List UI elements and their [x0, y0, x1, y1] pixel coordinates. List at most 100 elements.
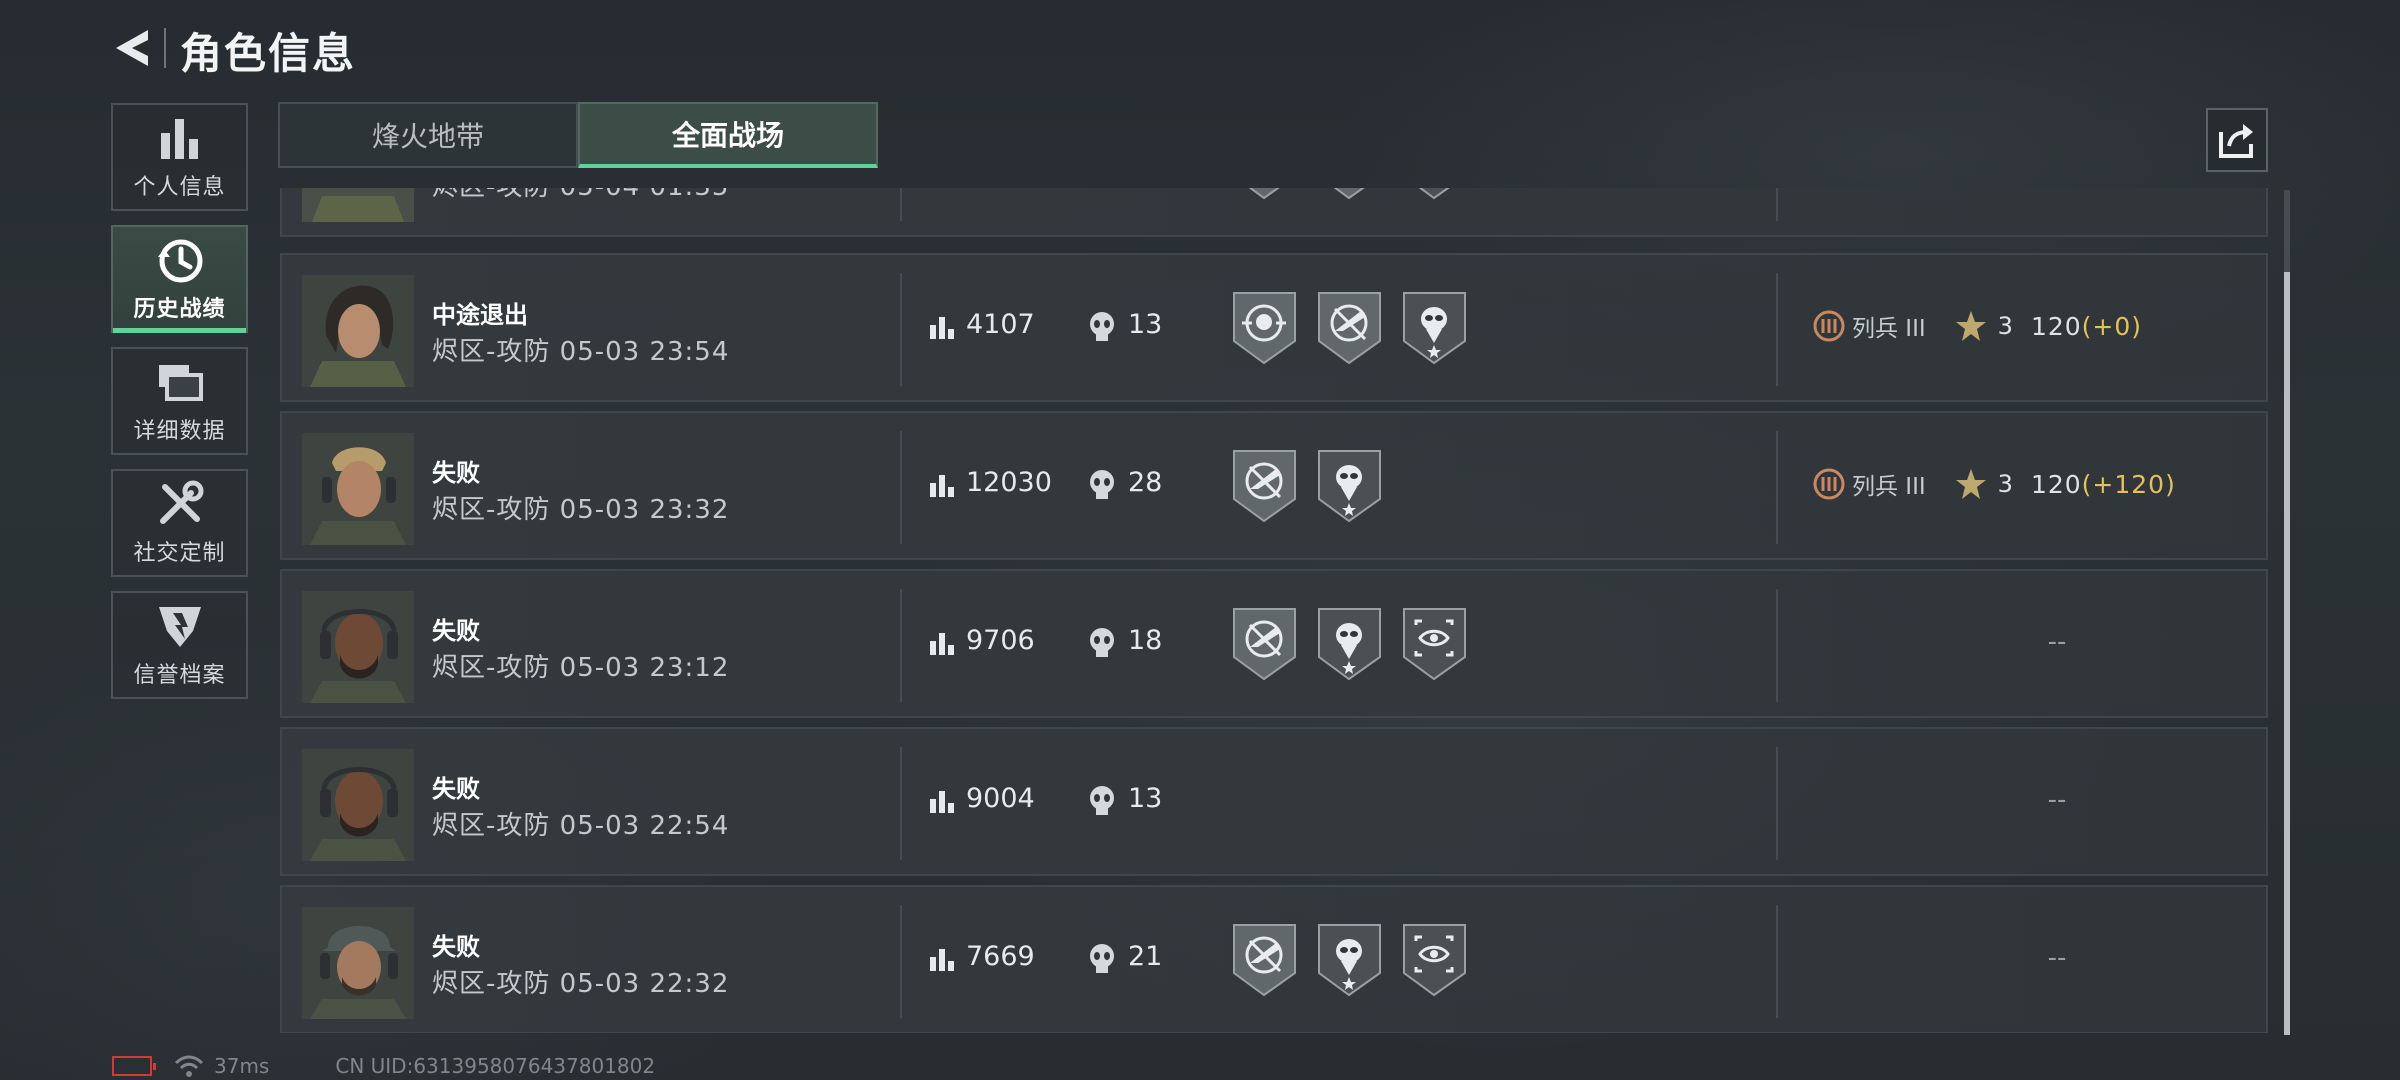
score-icon: [930, 949, 954, 971]
match-result: 失败: [432, 775, 480, 803]
no-gun-badge-icon: [1232, 449, 1297, 523]
star-icon: [1955, 311, 1986, 341]
match-mode-time: 烬区-攻防 05-03 23:12: [432, 653, 730, 683]
scrollbar-thumb[interactable]: [2284, 272, 2290, 1035]
divider: [900, 747, 902, 860]
character-portrait: [302, 188, 414, 222]
no-rank-placeholder: --: [2047, 943, 2067, 973]
match-mode-time: 烬区-攻防 05-03 23:54: [432, 337, 730, 367]
back-arrow-icon: [116, 30, 148, 66]
divider: [900, 188, 902, 221]
ping-value: 37ms: [214, 1054, 270, 1078]
share-button[interactable]: [2206, 108, 2268, 172]
match-row[interactable]: 失败 烬区-攻防 05-03 22:32 7669 21 --: [280, 885, 2268, 1033]
badge-list: [1232, 607, 1467, 681]
match-history-list[interactable]: 烬区-攻防 05-04 01:35 中途退出 烬区-攻防 05-03 23:54…: [278, 188, 2268, 1033]
sidebar-item-personal-info[interactable]: 个人信息: [111, 103, 248, 211]
badge-list: [1232, 923, 1467, 997]
list-scrollbar[interactable]: [2284, 190, 2290, 1035]
match-result: 中途退出: [432, 301, 528, 329]
rank-name: 列兵 III: [1852, 316, 1926, 342]
no-rank-placeholder: --: [2047, 785, 2067, 815]
shield-emblem-icon: [158, 607, 201, 647]
divider: [900, 431, 902, 544]
character-portrait: [302, 591, 414, 703]
badge-list: [1232, 291, 1467, 365]
character-portrait: [302, 749, 414, 861]
sidebar-item-label: 个人信息: [133, 175, 226, 200]
score-icon: [930, 475, 954, 497]
match-score: 12030: [966, 467, 1052, 498]
cards-icon: [158, 365, 203, 401]
eye-target-badge-icon: [1402, 923, 1467, 997]
sidebar-item-history[interactable]: 历史战绩: [111, 225, 248, 333]
tab-hazard-zone[interactable]: 烽火地带: [278, 102, 578, 168]
wifi-icon: [174, 1055, 204, 1077]
rank-info: 列兵 III 3 120 (+120): [1812, 467, 2176, 501]
kills-skull-icon: [1090, 786, 1114, 815]
match-kills: 13: [1128, 783, 1163, 814]
match-score: 7669: [966, 941, 1035, 972]
rank-points: 120: [2030, 311, 2082, 341]
match-mode-time: 烬区-攻防 05-03 22:32: [432, 969, 730, 999]
match-row[interactable]: 烬区-攻防 05-04 01:35: [280, 188, 2268, 237]
divider: [1776, 905, 1778, 1018]
eye-target-badge-icon: [1402, 607, 1467, 681]
score-icon: [930, 791, 954, 813]
alien-star-badge-icon: [1317, 923, 1382, 997]
match-mode-time: 烬区-攻防 05-04 01:35: [432, 188, 729, 203]
divider: [900, 273, 902, 386]
page-title: 角色信息: [180, 29, 357, 78]
match-score: 9004: [966, 783, 1035, 814]
sidebar-item-label: 详细数据: [133, 419, 226, 444]
no-gun-badge-icon: [1232, 607, 1297, 681]
match-mode-time: 烬区-攻防 05-03 23:32: [432, 495, 730, 525]
sidebar-item-label: 信誉档案: [133, 663, 226, 688]
match-result: 失败: [432, 933, 480, 961]
rank-points-delta: (+120): [2081, 469, 2176, 499]
match-kills: 13: [1128, 309, 1163, 340]
match-result: 失败: [432, 459, 480, 487]
divider: [1776, 188, 1778, 221]
match-row[interactable]: 失败 烬区-攻防 05-03 23:32 12030 28 列兵 III 3 1…: [280, 411, 2268, 560]
rank-insignia-icon: [1813, 468, 1845, 500]
bar-chart-icon: [160, 119, 198, 159]
divider: [900, 589, 902, 702]
divider: [1776, 589, 1778, 702]
battery-icon: [112, 1056, 156, 1076]
history-clock-icon: [157, 239, 202, 283]
match-row[interactable]: 失败 烬区-攻防 05-03 23:12 9706 18 --: [280, 569, 2268, 718]
sidebar-item-reputation[interactable]: 信誉档案: [111, 591, 248, 699]
skull-crosshair-badge-icon: [1232, 291, 1297, 365]
sidebar-item-label: 社交定制: [133, 541, 226, 566]
badge-icon: [1232, 188, 1297, 200]
player-uid: CN UID:6313958076437801802: [335, 1054, 656, 1078]
tab-full-battlefield[interactable]: 全面战场: [578, 102, 878, 168]
character-portrait: [302, 433, 414, 545]
match-row[interactable]: 中途退出 烬区-攻防 05-03 23:54 4107 13 列兵 III 3 …: [280, 253, 2268, 402]
divider: [1776, 431, 1778, 544]
back-button[interactable]: [108, 22, 154, 74]
no-rank-placeholder: --: [2047, 627, 2067, 657]
sidebar-item-label: 历史战绩: [133, 297, 226, 322]
match-score: 4107: [966, 309, 1035, 340]
rank-points: 120: [2030, 469, 2082, 499]
badge-list: [1232, 449, 1382, 523]
alien-star-badge-icon: [1317, 449, 1382, 523]
no-gun-badge-icon: [1317, 291, 1382, 365]
match-row[interactable]: 失败 烬区-攻防 05-03 22:54 9004 13 --: [280, 727, 2268, 876]
sidebar-item-detailed-data[interactable]: 详细数据: [111, 347, 248, 455]
match-kills: 28: [1128, 467, 1163, 498]
alien-star-badge-icon: [1317, 607, 1382, 681]
wrench-screwdriver-icon: [159, 480, 203, 524]
status-bar: 37ms CN UID:6313958076437801802: [112, 1054, 655, 1078]
header-separator: [164, 28, 166, 68]
rank-info: 列兵 III 3 120 (+0): [1812, 309, 2142, 343]
sidebar-item-social[interactable]: 社交定制: [111, 469, 248, 577]
kills-skull-icon: [1090, 628, 1114, 657]
divider: [1776, 273, 1778, 386]
character-portrait: [302, 907, 414, 1019]
badge-list: [1232, 188, 1467, 200]
kills-skull-icon: [1090, 944, 1114, 973]
sidebar: 个人信息 历史战绩 详细数据 社交定制 信誉档案: [111, 103, 248, 713]
